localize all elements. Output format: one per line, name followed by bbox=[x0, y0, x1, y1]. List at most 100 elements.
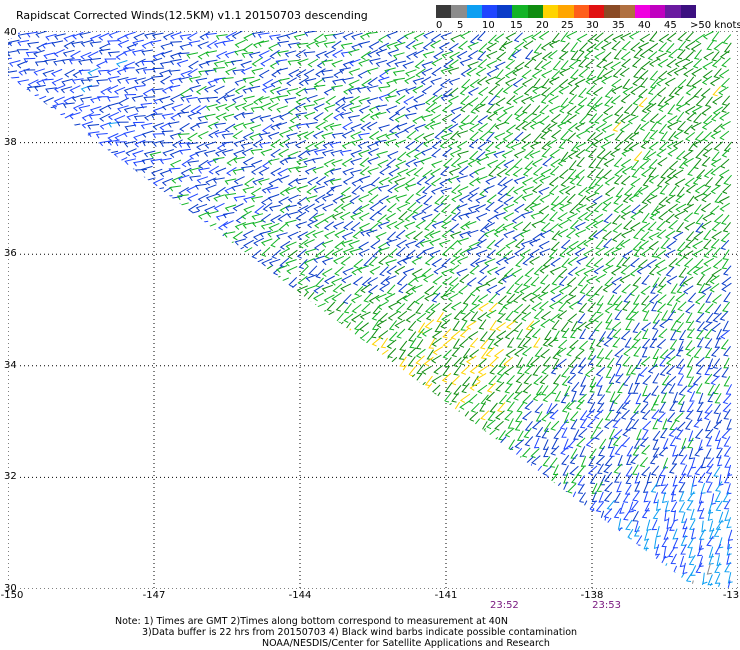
wind-barb bbox=[625, 309, 634, 321]
wind-barb bbox=[114, 231, 126, 240]
wind-barb bbox=[17, 454, 29, 464]
wind-barb bbox=[577, 313, 586, 324]
wind-barb bbox=[16, 409, 28, 418]
wind-barb bbox=[317, 429, 327, 440]
wind-barb bbox=[303, 104, 315, 111]
wind-barb bbox=[180, 214, 192, 223]
wind-barb bbox=[21, 437, 30, 448]
wind-barb bbox=[45, 471, 56, 481]
wind-barb bbox=[619, 562, 625, 574]
wind-barb bbox=[526, 464, 533, 476]
wind-barb bbox=[231, 95, 244, 104]
wind-barb bbox=[196, 267, 208, 278]
wind-barb bbox=[107, 527, 118, 537]
wind-barb bbox=[622, 375, 631, 386]
wind-barb bbox=[537, 545, 543, 557]
wind-barb bbox=[542, 562, 550, 574]
wind-barb bbox=[316, 402, 324, 414]
wind-barb bbox=[221, 39, 234, 46]
wind-barb bbox=[379, 266, 389, 277]
wind-barb bbox=[137, 409, 147, 421]
wind-barb bbox=[224, 60, 237, 67]
wind-barb bbox=[688, 448, 694, 460]
wind-barb bbox=[261, 349, 271, 360]
wind-barb bbox=[613, 472, 621, 483]
wind-barb bbox=[26, 556, 37, 566]
wind-barb bbox=[313, 33, 324, 43]
wind-barb bbox=[206, 573, 216, 584]
wind-barb bbox=[232, 285, 244, 295]
wind-barb bbox=[209, 456, 218, 467]
wind-barb bbox=[554, 390, 562, 402]
wind-barb bbox=[8, 336, 10, 347]
wind-barb bbox=[243, 445, 252, 457]
wind-barb bbox=[107, 96, 119, 102]
wind-barb bbox=[704, 328, 713, 340]
wind-barb bbox=[250, 439, 261, 449]
wind-barb bbox=[408, 526, 415, 538]
wind-barb bbox=[369, 535, 380, 545]
wind-barb bbox=[438, 42, 450, 51]
wind-barb bbox=[380, 418, 388, 429]
wind-barb bbox=[678, 481, 686, 493]
wind-barb bbox=[440, 412, 450, 423]
wind-barb bbox=[196, 483, 208, 494]
wind-barb bbox=[24, 223, 36, 232]
wind-barb bbox=[677, 375, 685, 386]
wind-barb bbox=[655, 574, 661, 586]
wind-barb bbox=[574, 267, 586, 277]
wind-barb bbox=[100, 446, 111, 456]
wind-barb bbox=[548, 211, 558, 222]
wind-barb bbox=[323, 221, 335, 231]
wind-barb bbox=[261, 375, 271, 386]
wind-barb bbox=[260, 403, 270, 413]
wind-barb bbox=[439, 78, 451, 88]
wind-barb bbox=[298, 507, 307, 518]
wind-barb bbox=[128, 562, 138, 573]
wind-barb bbox=[609, 400, 615, 412]
wind-barb bbox=[352, 409, 364, 419]
wind-barb bbox=[249, 124, 262, 132]
wind-barb bbox=[531, 500, 541, 511]
wind-barb bbox=[303, 87, 316, 94]
wind-barb bbox=[106, 67, 118, 76]
wind-barb bbox=[310, 356, 319, 367]
wind-barb bbox=[611, 40, 621, 51]
wind-barb bbox=[456, 256, 469, 265]
wind-barb bbox=[245, 555, 255, 566]
wind-barb bbox=[300, 304, 310, 315]
wind-barb bbox=[477, 275, 488, 286]
wind-barb bbox=[624, 337, 632, 348]
wind-barb bbox=[181, 409, 190, 421]
wind-barb bbox=[62, 517, 73, 528]
wind-barb bbox=[710, 346, 720, 357]
wind-barb bbox=[384, 138, 397, 147]
wind-barb bbox=[204, 141, 217, 149]
wind-barb bbox=[251, 393, 263, 403]
wind-barb bbox=[327, 465, 336, 476]
wind-barb bbox=[17, 79, 29, 86]
wind-barb bbox=[416, 527, 426, 538]
wind-barb bbox=[554, 509, 560, 521]
wind-barb bbox=[558, 268, 568, 279]
wind-barb bbox=[111, 556, 121, 567]
wind-barb bbox=[351, 437, 362, 448]
wind-barb bbox=[362, 555, 372, 566]
wind-barb bbox=[521, 69, 532, 79]
wind-barb bbox=[8, 265, 20, 273]
wind-barb bbox=[267, 131, 280, 140]
wind-barb bbox=[19, 445, 30, 455]
wind-barb bbox=[132, 39, 144, 47]
wind-barb bbox=[125, 294, 138, 302]
wind-barb bbox=[77, 223, 90, 230]
wind-barb bbox=[710, 238, 720, 249]
wind-barb bbox=[444, 511, 451, 523]
colorbar-label: 30 bbox=[586, 20, 599, 31]
wind-barb bbox=[638, 563, 644, 575]
wind-barb bbox=[8, 183, 19, 189]
wind-barb bbox=[116, 167, 128, 176]
wind-barb bbox=[415, 520, 424, 531]
wind-barb bbox=[385, 131, 397, 140]
wind-barb bbox=[81, 564, 92, 574]
wind-barb bbox=[630, 453, 639, 465]
